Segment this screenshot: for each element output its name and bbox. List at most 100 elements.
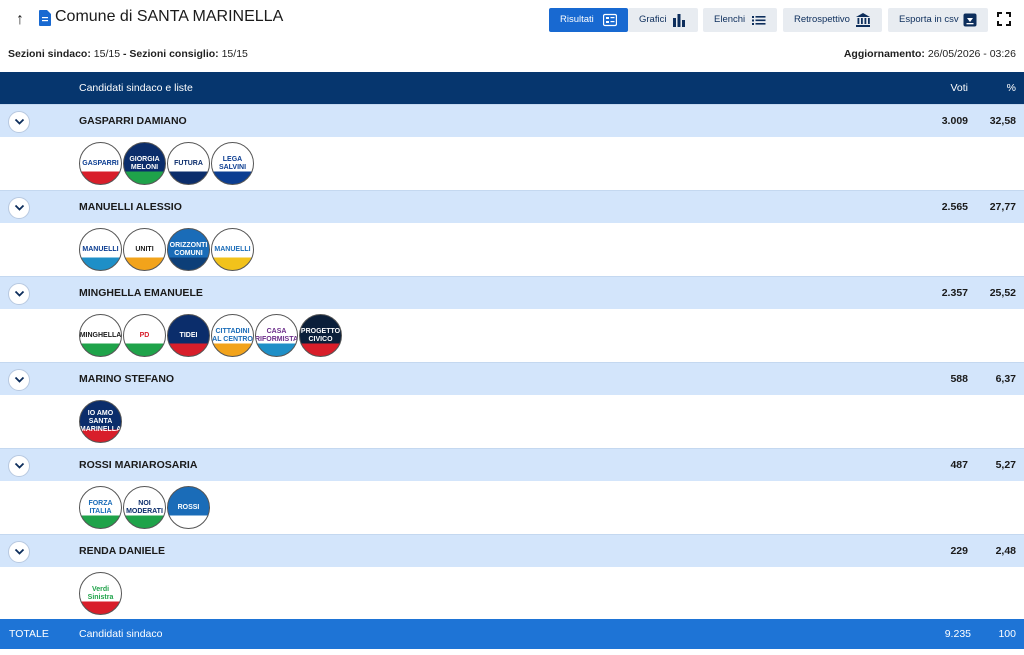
party-logo[interactable]: FUTURA xyxy=(167,142,210,185)
export-csv-button[interactable]: Esporta in csv xyxy=(888,8,988,32)
bar-chart-icon xyxy=(673,14,685,27)
lists-row: FORZA ITALIA NOI MODERATI ROSSI xyxy=(0,481,1024,534)
party-logos: FORZA ITALIA NOI MODERATI ROSSI xyxy=(79,486,210,529)
retrospective-button[interactable]: Retrospettivo xyxy=(783,8,882,32)
results-button[interactable]: Risultati xyxy=(549,8,628,32)
candidate-pct: 2,48 xyxy=(995,545,1016,557)
export-csv-button-label: Esporta in csv xyxy=(899,14,959,25)
candidate-name: GASPARRI DAMIANO xyxy=(79,115,187,127)
total-votes: 9.235 xyxy=(944,628,971,640)
results-icon xyxy=(603,13,617,27)
party-logo-text: MINGHELLA xyxy=(79,331,122,339)
update-info: Aggiornamento: 26/05/2026 - 03:26 xyxy=(844,48,1016,60)
candidate-name: RENDA DANIELE xyxy=(79,545,165,557)
party-logo-text: MANUELLI xyxy=(82,245,119,253)
party-logo[interactable]: PD xyxy=(123,314,166,357)
page-title: Comune di SANTA MARINELLA xyxy=(55,8,284,25)
party-logo-text: MANUELLI xyxy=(214,245,251,253)
party-logo[interactable]: CASA RIFORMISTA xyxy=(255,314,298,357)
party-logo[interactable]: UNITI xyxy=(123,228,166,271)
party-logo[interactable]: ROSSI xyxy=(167,486,210,529)
lists-row: GASPARRI GIORGIA MELONI FUTURA LEGA SALVINI xyxy=(0,137,1024,190)
expand-toggle-button[interactable] xyxy=(8,455,30,477)
party-logo-text: CASA RIFORMISTA xyxy=(255,327,298,343)
lists-row: MINGHELLA PD TIDEI CITTADINI AL CENTRO CASA … xyxy=(0,309,1024,362)
candidate-row[interactable]: RENDA DANIELE 229 2,48 xyxy=(0,534,1024,567)
charts-button[interactable]: Grafici xyxy=(628,8,698,32)
total-label: TOTALE xyxy=(9,628,49,640)
party-logo[interactable]: ORIZZONTI COMUNI xyxy=(167,228,210,271)
sections-info: Sezioni sindaco: 15/15 - Sezioni consigl… xyxy=(8,48,248,60)
party-logo[interactable]: GASPARRI xyxy=(79,142,122,185)
total-pct: 100 xyxy=(998,628,1016,640)
party-logo[interactable]: TIDEI xyxy=(167,314,210,357)
col-candidates-header: Candidati sindaco e liste xyxy=(79,82,193,94)
party-logo[interactable]: MANUELLI xyxy=(79,228,122,271)
candidate-votes: 229 xyxy=(950,545,968,557)
candidate-pct: 6,37 xyxy=(995,373,1016,385)
chevron-down-icon xyxy=(14,118,25,125)
fullscreen-icon[interactable] xyxy=(997,12,1011,26)
party-logo-text: PROGETTO CIVICO xyxy=(300,327,341,343)
sections-council-value: 15/15 xyxy=(221,48,248,60)
party-logo-text: IO AMO SANTA MARINELLA xyxy=(79,409,122,433)
candidate-row[interactable]: MANUELLI ALESSIO 2.565 27,77 xyxy=(0,190,1024,223)
candidate-row[interactable]: MINGHELLA EMANUELE 2.357 25,52 xyxy=(0,276,1024,309)
total-desc: Candidati sindaco xyxy=(79,628,163,640)
party-logo[interactable]: IO AMO SANTA MARINELLA xyxy=(79,400,122,443)
list-icon xyxy=(752,16,766,25)
expand-toggle-button[interactable] xyxy=(8,541,30,563)
party-logo-text: NOI MODERATI xyxy=(126,499,163,515)
candidate-votes: 487 xyxy=(950,459,968,471)
party-logos: GASPARRI GIORGIA MELONI FUTURA LEGA SALVINI xyxy=(79,142,254,185)
chevron-down-icon xyxy=(14,548,25,555)
chevron-down-icon xyxy=(14,290,25,297)
party-logo-text: TIDEI xyxy=(179,331,198,339)
retrospective-button-label: Retrospettivo xyxy=(794,14,850,25)
chevron-down-icon xyxy=(14,462,25,469)
expand-toggle-button[interactable] xyxy=(8,283,30,305)
candidate-pct: 32,58 xyxy=(989,115,1016,127)
lists-row: MANUELLI UNITI ORIZZONTI COMUNI MANUELLI xyxy=(0,223,1024,276)
party-logo[interactable]: NOI MODERATI xyxy=(123,486,166,529)
expand-toggle-button[interactable] xyxy=(8,369,30,391)
party-logo[interactable]: MANUELLI xyxy=(211,228,254,271)
lists-row: IO AMO SANTA MARINELLA xyxy=(0,395,1024,448)
candidate-row[interactable]: GASPARRI DAMIANO 3.009 32,58 xyxy=(0,104,1024,137)
candidate-row[interactable]: MARINO STEFANO 588 6,37 xyxy=(0,362,1024,395)
col-votes-header: Voti xyxy=(950,82,968,94)
party-logo[interactable]: CITTADINI AL CENTRO xyxy=(211,314,254,357)
lists-row: Verdi Sinistra xyxy=(0,567,1024,620)
candidate-name: MANUELLI ALESSIO xyxy=(79,201,182,213)
candidate-votes: 588 xyxy=(950,373,968,385)
party-logo[interactable]: PROGETTO CIVICO xyxy=(299,314,342,357)
party-logo[interactable]: FORZA ITALIA xyxy=(79,486,122,529)
party-logo-text: LEGA SALVINI xyxy=(218,155,247,171)
candidate-pct: 25,52 xyxy=(989,287,1016,299)
party-logos: MANUELLI UNITI ORIZZONTI COMUNI MANUELLI xyxy=(79,228,254,271)
party-logo-text: ROSSI xyxy=(177,503,200,511)
table-header: Candidati sindaco e liste Voti % xyxy=(0,72,1024,104)
candidate-name: ROSSI MARIAROSARIA xyxy=(79,459,198,471)
party-logos: IO AMO SANTA MARINELLA xyxy=(79,400,122,443)
lists-button[interactable]: Elenchi xyxy=(703,8,777,32)
party-logo[interactable]: Verdi Sinistra xyxy=(79,572,122,615)
party-logo[interactable]: MINGHELLA xyxy=(79,314,122,357)
party-logo-text: GASPARRI xyxy=(82,159,119,167)
party-logo-text: Verdi Sinistra xyxy=(87,585,114,601)
sections-council-label: Sezioni consiglio: xyxy=(129,48,219,60)
candidate-row[interactable]: ROSSI MARIAROSARIA 487 5,27 xyxy=(0,448,1024,481)
party-logo-text: FUTURA xyxy=(174,159,203,167)
party-logo[interactable]: GIORGIA MELONI xyxy=(123,142,166,185)
back-arrow-icon[interactable]: ↑ xyxy=(10,10,30,30)
charts-button-label: Grafici xyxy=(639,14,667,25)
party-logo[interactable]: LEGA SALVINI xyxy=(211,142,254,185)
party-logo-text: UNITI xyxy=(135,245,154,253)
party-logo-text: ORIZZONTI COMUNI xyxy=(169,241,208,257)
lists-button-label: Elenchi xyxy=(714,14,746,25)
party-logo-text: PD xyxy=(139,331,150,339)
expand-toggle-button[interactable] xyxy=(8,111,30,133)
table-body: GASPARRI DAMIANO 3.009 32,58 GASPARRI GIORGI… xyxy=(0,104,1024,620)
expand-toggle-button[interactable] xyxy=(8,197,30,219)
download-icon xyxy=(963,13,977,27)
